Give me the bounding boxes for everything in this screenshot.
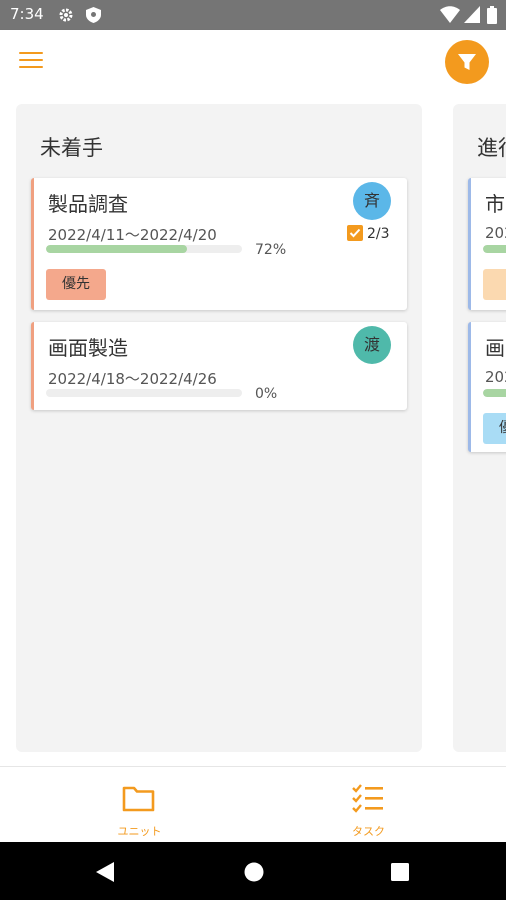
progress-bar <box>483 245 506 253</box>
nav-item-tasks[interactable]: タスク <box>242 767 495 843</box>
checkbox-icon <box>347 225 363 241</box>
settings-icon <box>59 8 73 22</box>
column-title: 進行 <box>477 136 506 160</box>
kanban-board[interactable]: 未着手 製品調査 斉 2022/4/11〜2022/4/20 2/3 72% 優… <box>0 90 506 766</box>
progress-bar <box>46 389 242 397</box>
progress-fill <box>46 245 188 253</box>
assignee-avatar: 斉 <box>353 182 391 220</box>
progress-label: 0% <box>255 386 278 402</box>
priority-badge: 優 <box>483 413 506 444</box>
nav-item-units[interactable]: ユニット <box>13 767 266 843</box>
task-dates: 202 <box>485 224 506 242</box>
progress-fill <box>483 245 506 253</box>
bottom-navigation: ユニット タスク <box>0 766 506 842</box>
task-dates: 2022/4/18〜2022/4/26 <box>48 370 217 388</box>
task-card[interactable]: 画 202 優 <box>468 322 506 452</box>
task-card[interactable]: 画面製造 渡 2022/4/18〜2022/4/26 0% <box>31 322 407 410</box>
system-navigation-bar <box>0 842 506 900</box>
app-bar <box>0 30 506 90</box>
task-title: 画面製造 <box>48 336 128 360</box>
task-title: 市 <box>485 192 505 216</box>
priority-badge: 優先 <box>46 269 106 300</box>
progress-bar <box>46 245 242 253</box>
task-card[interactable]: 市 202 <box>468 178 506 310</box>
wifi-icon <box>440 6 460 23</box>
priority-badge <box>483 269 506 300</box>
task-dates: 2022/4/11〜2022/4/20 <box>48 226 217 244</box>
checklist-icon <box>352 784 383 813</box>
back-icon[interactable] <box>96 862 114 882</box>
column-in-progress: 進行 市 202 画 202 優 <box>453 104 506 752</box>
task-title: 製品調査 <box>48 192 128 216</box>
signal-icon <box>464 6 480 23</box>
column-not-started: 未着手 製品調査 斉 2022/4/11〜2022/4/20 2/3 72% 優… <box>16 104 422 752</box>
shield-icon <box>86 7 101 23</box>
column-title: 未着手 <box>40 136 103 160</box>
task-dates: 202 <box>485 368 506 386</box>
assignee-avatar: 渡 <box>353 326 391 364</box>
checklist-count-text: 2/3 <box>367 226 390 242</box>
task-title: 画 <box>485 336 505 360</box>
progress-label: 72% <box>255 242 287 258</box>
nav-label-tasks: タスク <box>352 825 385 838</box>
status-time: 7:34 <box>10 5 44 23</box>
checklist-count: 2/3 <box>347 225 390 242</box>
progress-bar <box>483 389 506 397</box>
folder-icon <box>122 786 155 812</box>
nav-label-units: ユニット <box>117 825 162 838</box>
progress-fill <box>483 389 506 397</box>
status-bar: 7:34 <box>0 0 506 30</box>
hamburger-menu-icon[interactable] <box>18 50 46 72</box>
home-icon[interactable] <box>244 862 264 882</box>
battery-icon <box>487 6 497 24</box>
recents-icon[interactable] <box>391 863 409 881</box>
filter-button[interactable] <box>445 40 489 84</box>
filter-funnel-icon <box>458 54 476 70</box>
task-card[interactable]: 製品調査 斉 2022/4/11〜2022/4/20 2/3 72% 優先 <box>31 178 407 310</box>
